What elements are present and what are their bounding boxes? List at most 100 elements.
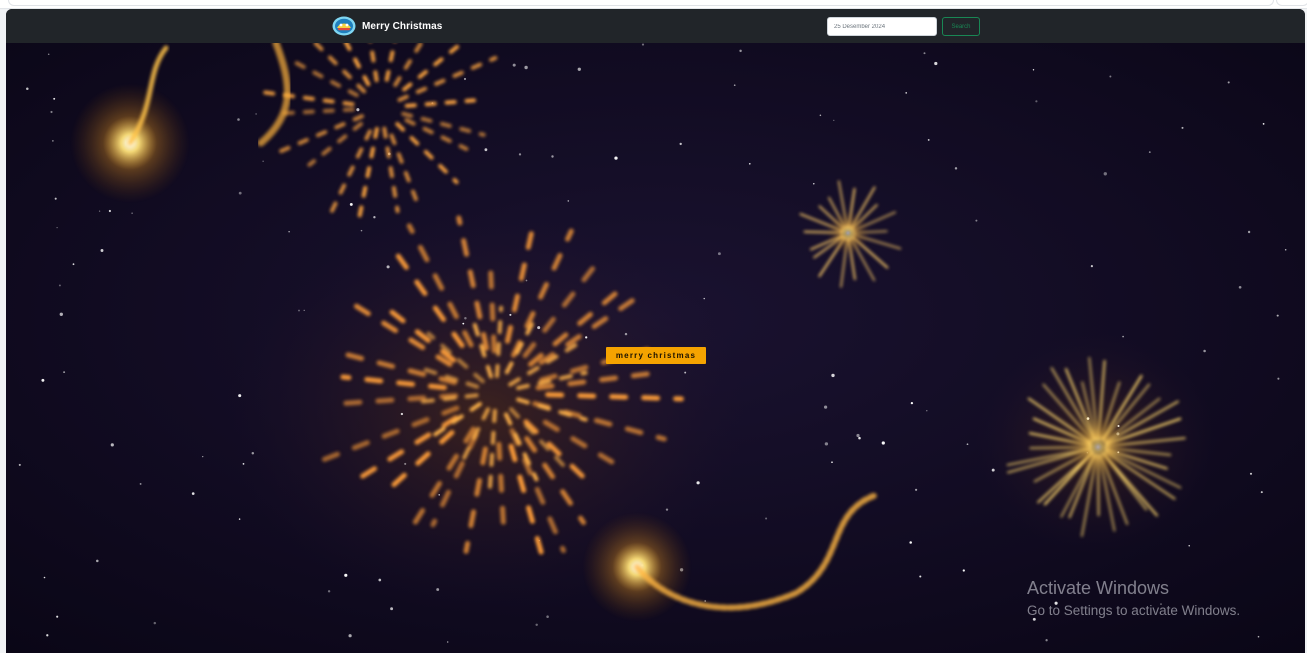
browser-tab-right bbox=[1276, 0, 1307, 6]
star bbox=[833, 119, 835, 122]
star bbox=[824, 442, 829, 446]
star bbox=[1238, 285, 1242, 289]
star bbox=[255, 113, 257, 115]
browser-tab-left bbox=[8, 0, 1274, 6]
star bbox=[327, 590, 331, 593]
star bbox=[703, 297, 705, 300]
star bbox=[131, 212, 133, 214]
star bbox=[110, 443, 114, 447]
star bbox=[139, 482, 142, 485]
star bbox=[56, 226, 58, 229]
star bbox=[237, 118, 240, 121]
star bbox=[43, 576, 46, 579]
star bbox=[1032, 617, 1036, 621]
page-frame: Merry Christmas Search bbox=[6, 9, 1305, 653]
christmas-badge-icon bbox=[332, 16, 356, 36]
star bbox=[298, 309, 300, 312]
merry-christmas-banner: merry christmas bbox=[606, 347, 706, 364]
star bbox=[518, 153, 522, 156]
star bbox=[464, 317, 467, 320]
star bbox=[251, 451, 255, 455]
star bbox=[1203, 349, 1206, 353]
star bbox=[966, 443, 969, 446]
star bbox=[1090, 265, 1093, 268]
star bbox=[831, 461, 833, 464]
star bbox=[344, 573, 348, 577]
star bbox=[696, 481, 700, 485]
star bbox=[934, 61, 938, 66]
star bbox=[824, 405, 828, 409]
star bbox=[436, 588, 440, 591]
star bbox=[400, 412, 404, 416]
search-button[interactable]: Search bbox=[942, 17, 980, 36]
star bbox=[484, 148, 488, 152]
star bbox=[386, 265, 390, 269]
star bbox=[348, 634, 352, 638]
star bbox=[624, 332, 628, 336]
date-search-input[interactable] bbox=[827, 17, 937, 36]
star bbox=[856, 433, 860, 438]
star bbox=[360, 229, 363, 232]
star bbox=[679, 142, 682, 146]
star bbox=[242, 463, 245, 465]
star bbox=[684, 371, 687, 374]
star bbox=[524, 65, 528, 70]
star bbox=[58, 284, 61, 287]
star bbox=[962, 569, 965, 572]
star bbox=[614, 156, 618, 160]
star bbox=[1181, 126, 1184, 129]
star bbox=[18, 463, 21, 466]
star bbox=[56, 615, 59, 618]
star bbox=[819, 114, 822, 117]
star bbox=[739, 49, 742, 53]
star bbox=[1262, 123, 1265, 125]
star bbox=[1249, 472, 1253, 475]
star bbox=[41, 378, 45, 382]
star bbox=[447, 641, 449, 643]
star bbox=[919, 575, 922, 578]
star bbox=[54, 197, 57, 200]
star bbox=[1247, 230, 1251, 234]
star bbox=[462, 322, 465, 325]
star bbox=[1045, 639, 1048, 642]
star bbox=[748, 162, 751, 165]
star bbox=[525, 279, 528, 282]
star bbox=[915, 488, 918, 491]
star bbox=[975, 219, 978, 222]
star bbox=[1257, 635, 1260, 638]
star bbox=[927, 138, 930, 141]
watermark-title: Activate Windows bbox=[1027, 578, 1170, 598]
star bbox=[438, 494, 440, 496]
star bbox=[910, 401, 914, 405]
star bbox=[923, 52, 926, 55]
navbar: Merry Christmas Search bbox=[6, 9, 1305, 43]
star bbox=[926, 410, 928, 412]
star bbox=[262, 160, 264, 162]
browser-top-strip bbox=[0, 0, 1307, 9]
star bbox=[1284, 249, 1287, 251]
star bbox=[47, 53, 50, 55]
star bbox=[881, 441, 885, 445]
star bbox=[831, 373, 835, 378]
star bbox=[704, 600, 707, 602]
star bbox=[546, 615, 549, 618]
star bbox=[551, 155, 554, 158]
star bbox=[1122, 335, 1124, 338]
star bbox=[50, 110, 53, 114]
navbar-brand[interactable]: Merry Christmas bbox=[332, 15, 442, 37]
star bbox=[404, 462, 407, 465]
star bbox=[535, 623, 538, 627]
star bbox=[512, 63, 516, 67]
star bbox=[1188, 545, 1190, 547]
star bbox=[909, 541, 912, 544]
star bbox=[641, 43, 645, 46]
star bbox=[349, 202, 353, 206]
star bbox=[303, 309, 305, 312]
star bbox=[98, 210, 101, 212]
star bbox=[1277, 377, 1280, 380]
star bbox=[1276, 314, 1279, 317]
star bbox=[1032, 69, 1035, 71]
star bbox=[463, 77, 467, 81]
star bbox=[858, 436, 861, 440]
star bbox=[238, 394, 242, 398]
